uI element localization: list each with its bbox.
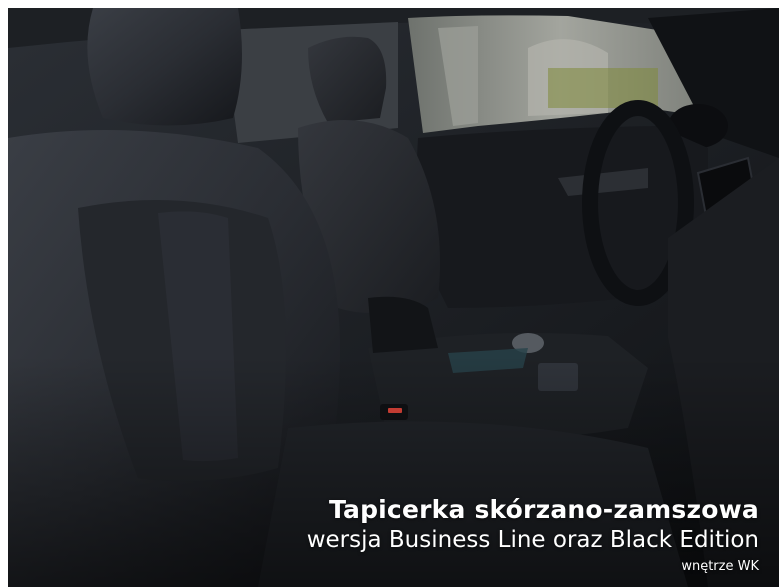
car-interior-photo: Tapicerka skórzano-zamszowa wersja Busin…: [8, 8, 779, 587]
caption-note: wnętrze WK: [681, 559, 759, 574]
caption-subtitle: wersja Business Line oraz Black Edition: [306, 527, 759, 553]
caption-title: Tapicerka skórzano-zamszowa: [328, 495, 759, 524]
photo-caption: Tapicerka skórzano-zamszowa wersja Busin…: [307, 495, 759, 577]
